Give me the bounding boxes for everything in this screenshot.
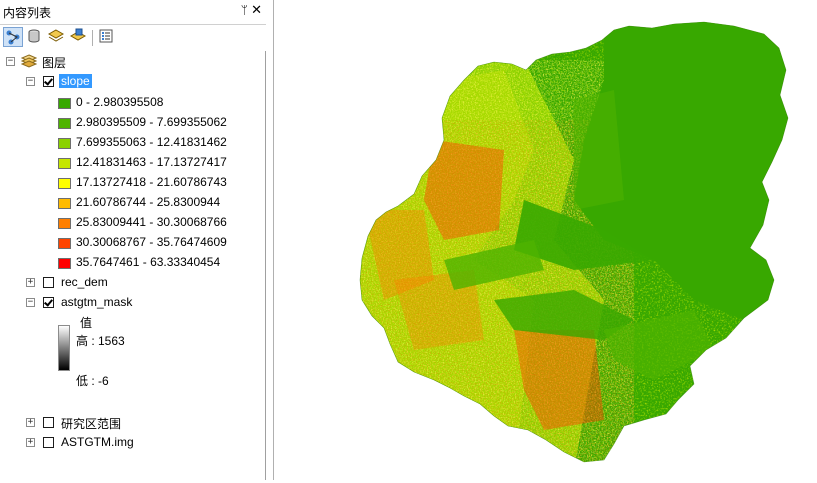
legend-swatch[interactable] <box>58 198 71 209</box>
layer-label-rec-dem[interactable]: rec_dem <box>61 275 108 289</box>
legend-class-row: 7.699355063 - 12.41831462 <box>0 135 266 153</box>
expand-toggle[interactable]: − <box>6 57 15 66</box>
list-by-visibility-button[interactable] <box>47 27 67 47</box>
color-ramp-swatch[interactable] <box>58 325 70 371</box>
visibility-checkbox[interactable] <box>43 297 54 308</box>
ramp-low-label: 低 : -6 <box>76 374 109 388</box>
database-icon <box>28 29 40 43</box>
legend-swatch[interactable] <box>58 98 71 109</box>
legend-swatch[interactable] <box>58 178 71 189</box>
layer-label-astgtm-mask[interactable]: astgtm_mask <box>61 295 132 309</box>
legend-class-row: 0 - 2.980395508 <box>0 95 266 113</box>
legend-class-label[interactable]: 7.699355063 - 12.41831462 <box>76 135 227 149</box>
layer-row-astgtm-mask: − astgtm_mask <box>0 294 266 312</box>
legend-class-label[interactable]: 12.41831463 - 17.13727417 <box>76 155 227 169</box>
visibility-checkbox[interactable] <box>43 437 54 448</box>
legend-class-row: 21.60786744 - 25.8300944 <box>0 195 266 213</box>
legend-swatch[interactable] <box>58 258 71 269</box>
layer-group-label[interactable]: 图层 <box>42 54 66 71</box>
toc-title-bar: 内容列表 ᛘ ✕ <box>0 0 266 25</box>
layer-row-study-area: + 研究区范围 <box>0 414 266 432</box>
legend-class-row: 30.30068767 - 35.76474609 <box>0 235 266 253</box>
list-by-source-button[interactable] <box>25 27 45 47</box>
map-display[interactable] <box>273 0 817 480</box>
selection-layers-icon <box>70 28 86 41</box>
legend-swatch[interactable] <box>58 118 71 129</box>
visibility-checkbox[interactable] <box>43 417 54 428</box>
toolbar-separator <box>92 30 93 46</box>
legend-swatch[interactable] <box>58 158 71 169</box>
legend-class-row: 12.41831463 - 17.13727417 <box>0 155 266 173</box>
visibility-checkbox[interactable] <box>43 277 54 288</box>
layer-label-astgtm-img[interactable]: ASTGTM.img <box>61 435 134 449</box>
layer-group-row: − 图层 <box>0 53 266 71</box>
legend-class-row: 17.13727418 - 21.60786743 <box>0 175 266 193</box>
legend-class-row: 2.980395509 - 7.699355062 <box>0 115 266 133</box>
legend-swatch[interactable] <box>58 238 71 249</box>
visibility-layers-icon <box>48 29 64 42</box>
ramp-high-label: 高 : 1563 <box>76 334 125 348</box>
legend-class-label[interactable]: 2.980395509 - 7.699355062 <box>76 115 227 129</box>
expand-toggle[interactable]: + <box>26 438 35 447</box>
toc-title: 内容列表 <box>3 6 52 20</box>
legend-class-label[interactable]: 21.60786744 - 25.8300944 <box>76 195 220 209</box>
layer-row-rec-dem: + rec_dem <box>0 274 266 292</box>
legend-class-row: 25.83009441 - 30.30068766 <box>0 215 266 233</box>
options-button[interactable] <box>97 27 117 47</box>
layer-label-slope[interactable]: slope <box>59 74 92 88</box>
expand-toggle[interactable]: + <box>26 418 35 427</box>
legend-class-label[interactable]: 30.30068767 - 35.76474609 <box>76 235 227 249</box>
layer-label-study-area[interactable]: 研究区范围 <box>61 415 121 432</box>
legend-swatch[interactable] <box>58 218 71 229</box>
legend-class-label[interactable]: 0 - 2.980395508 <box>76 95 163 109</box>
legend-class-label[interactable]: 35.7647461 - 63.33340454 <box>76 255 220 269</box>
options-list-icon <box>99 29 113 43</box>
list-by-drawing-order-button[interactable] <box>3 27 23 47</box>
expand-toggle[interactable]: − <box>26 77 35 86</box>
toc-toolbar <box>0 25 266 51</box>
value-heading: 值 <box>80 316 93 330</box>
table-of-contents-panel: 内容列表 ᛘ ✕ − 图层 − slope 0 - 2.980395508 2.… <box>0 0 266 480</box>
layers-group-icon <box>21 54 37 68</box>
visibility-checkbox[interactable] <box>43 76 54 87</box>
layers-tree-icon <box>6 30 20 45</box>
legend-class-label[interactable]: 25.83009441 - 30.30068766 <box>76 215 227 229</box>
list-by-selection-button[interactable] <box>69 27 89 47</box>
close-icon[interactable]: ✕ <box>251 2 262 18</box>
layer-row-slope: − slope <box>0 73 266 91</box>
pin-icon[interactable]: ᛘ <box>241 3 248 17</box>
legend-class-row: 35.7647461 - 63.33340454 <box>0 255 266 273</box>
slope-raster-map[interactable] <box>274 0 817 480</box>
legend-swatch[interactable] <box>58 138 71 149</box>
legend-class-label[interactable]: 17.13727418 - 21.60786743 <box>76 175 227 189</box>
expand-toggle[interactable]: − <box>26 298 35 307</box>
expand-toggle[interactable]: + <box>26 278 35 287</box>
layer-row-astgtm-img: + ASTGTM.img <box>0 434 266 452</box>
